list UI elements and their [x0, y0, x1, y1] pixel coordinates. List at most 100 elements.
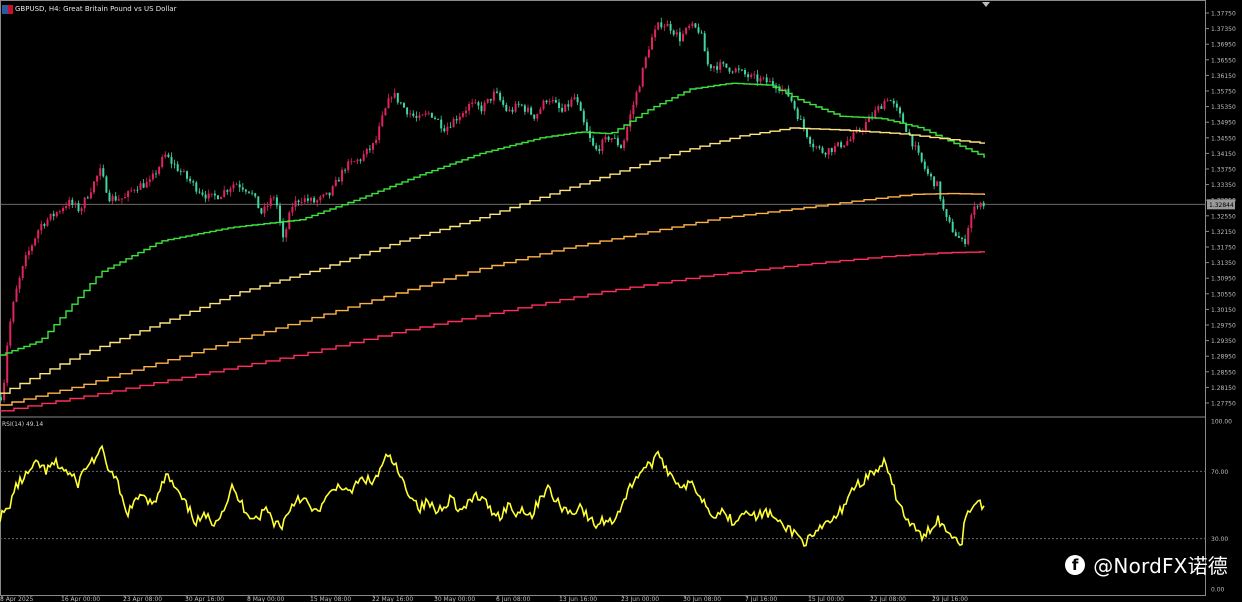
candle-body	[964, 238, 967, 245]
candle-body	[818, 146, 821, 148]
candle-body	[799, 119, 802, 120]
candle-body	[251, 192, 254, 194]
price-tick-label: 1.27750	[1211, 401, 1236, 408]
candle-body	[275, 197, 278, 206]
price-tick-label: 1.32550	[1211, 213, 1236, 220]
candle-body	[204, 194, 207, 199]
candle-body	[58, 211, 61, 213]
candle-body	[378, 126, 381, 140]
price-tick-label: 1.30950	[1211, 276, 1236, 283]
price-tick-label: 1.28150	[1211, 385, 1236, 392]
candle-body	[241, 187, 244, 190]
time-tick-label: 29 Jul 16:00	[932, 596, 968, 602]
candle-body	[728, 67, 731, 72]
candle-body	[195, 182, 198, 192]
candle-body	[189, 178, 192, 182]
candle-body	[399, 102, 402, 104]
candle-body	[626, 127, 629, 141]
candle-body	[406, 107, 409, 115]
candle-body	[936, 181, 939, 187]
price-tick-label: 1.30550	[1211, 291, 1236, 298]
candle-body	[703, 33, 706, 52]
candle-body	[973, 206, 976, 216]
candle-body	[883, 100, 886, 109]
candle-body	[806, 128, 808, 138]
candle-body	[833, 146, 836, 153]
price-tick-label: 1.35750	[1211, 89, 1236, 96]
candle-body	[700, 32, 703, 34]
candle-body	[499, 92, 502, 101]
candle-body	[381, 115, 384, 127]
candle-body	[496, 91, 498, 93]
candle-body	[319, 196, 322, 201]
candle-body	[375, 139, 378, 144]
price-tick-label: 1.37750	[1211, 11, 1236, 18]
candle-body	[52, 213, 55, 217]
candle-body	[158, 166, 161, 174]
candle-body	[675, 32, 678, 35]
price-tick-label: 1.36550	[1211, 57, 1236, 64]
candle-body	[957, 236, 960, 238]
time-tick-label: 30 Apr 16:00	[185, 596, 224, 602]
candle-body	[6, 345, 9, 383]
candle-body	[99, 168, 102, 176]
candle-body	[725, 63, 728, 68]
candle-body	[341, 169, 343, 182]
candle-body	[768, 81, 771, 83]
candle-body	[207, 193, 210, 199]
candle-body	[409, 113, 412, 115]
candle-body	[437, 118, 440, 120]
candle-body	[486, 98, 489, 103]
candle-body	[198, 191, 201, 193]
price-chart[interactable]: 1.37750 1.37350 1.36950 1.36550 1.36150 1.357…	[0, 0, 1242, 602]
candle-body	[731, 71, 734, 73]
time-tick-label: 23 Apr 08:00	[123, 596, 162, 602]
candle-body	[753, 74, 756, 76]
candle-body	[911, 134, 914, 147]
candle-body	[148, 179, 151, 182]
candle-body	[843, 145, 846, 148]
candle-body	[641, 67, 644, 87]
candle-body	[539, 109, 542, 114]
candle-body	[37, 230, 40, 239]
candle-body	[508, 109, 511, 111]
candle-body	[840, 142, 843, 148]
time-tick-label: 23 Jun 00:00	[621, 596, 659, 602]
candle-body	[877, 106, 880, 111]
price-tick-label: 1.35350	[1211, 104, 1236, 111]
candle-body	[601, 139, 604, 152]
candle-body	[155, 173, 157, 175]
candle-body	[551, 100, 554, 102]
candle-body	[344, 169, 347, 171]
candle-body	[331, 186, 334, 196]
candle-body	[694, 23, 697, 28]
candle-body	[31, 245, 33, 251]
candle-body	[632, 104, 635, 115]
candle-body	[886, 100, 889, 102]
candle-body	[595, 145, 598, 150]
candle-body	[542, 100, 545, 110]
candle-body	[356, 159, 359, 162]
candle-body	[644, 57, 647, 68]
candle-body	[638, 86, 641, 93]
candle-body	[393, 93, 396, 98]
candle-body	[254, 193, 257, 197]
candle-body	[682, 33, 684, 42]
candle-body	[124, 197, 126, 199]
candle-body	[285, 229, 288, 238]
candle-body	[607, 136, 610, 140]
candle-body	[310, 197, 312, 201]
rsi-tick-label: 30.00	[1211, 536, 1228, 543]
shift-marker-icon[interactable]	[982, 2, 990, 7]
candle-body	[21, 266, 24, 279]
candle-body	[849, 139, 852, 142]
candle-body	[93, 181, 95, 193]
candle-body	[176, 164, 179, 172]
rsi-label: RSI(14) 49.14	[2, 421, 43, 428]
candle-body	[961, 237, 963, 239]
candle-body	[685, 27, 688, 34]
candle-body	[244, 189, 247, 192]
candle-body	[68, 199, 71, 207]
candle-body	[585, 122, 588, 131]
candle-body	[108, 192, 111, 202]
